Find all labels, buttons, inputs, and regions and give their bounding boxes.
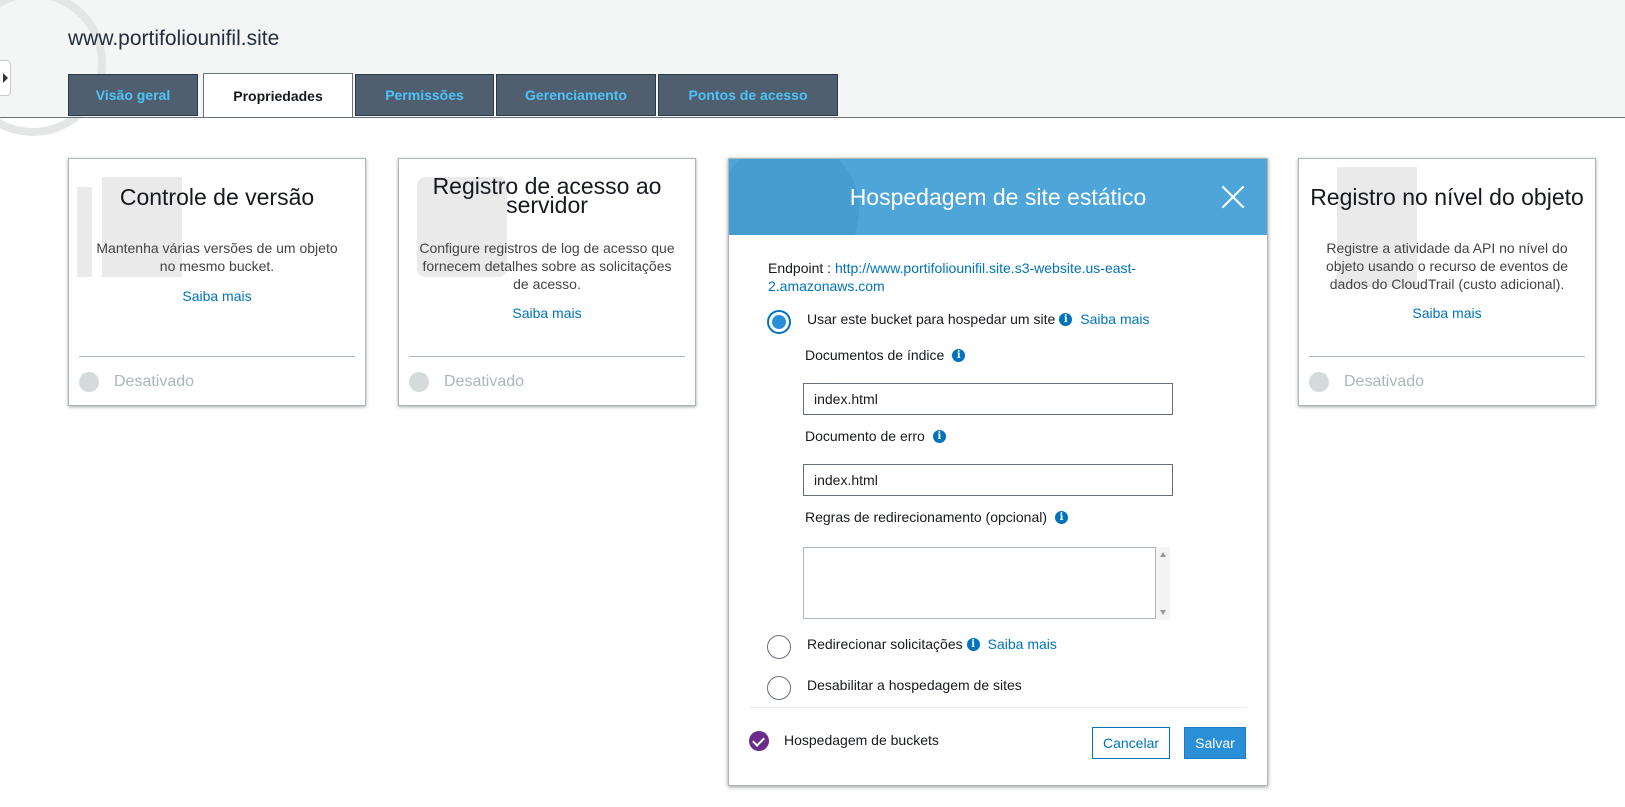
divider [749,707,1247,708]
static-hosting-panel: Hospedagem de site estático Endpoint : h… [728,158,1268,786]
status-dot-icon [79,372,99,392]
redirect-rules-label: Regras de redirecionamento (opcional) i [805,509,1069,525]
divider [1309,356,1585,357]
status-text: Desativado [444,373,525,390]
status-text: Desativado [1344,373,1425,390]
info-icon[interactable]: i [932,429,946,443]
tab-overview[interactable]: Visão geral [68,74,198,116]
tab-properties[interactable]: Propriedades [203,73,353,118]
redirect-rules-textarea[interactable] [803,547,1156,619]
card-title: Registro de acesso ao servidor [432,173,662,218]
close-icon[interactable] [1221,185,1245,209]
cancel-button[interactable]: Cancelar [1092,727,1170,759]
status: Desativado [79,372,194,392]
sidebar-toggle-icon[interactable] [0,60,11,96]
check-icon [749,731,769,751]
status-text: Desativado [114,373,195,390]
learn-more-link[interactable]: Saiba mais [1080,311,1149,327]
info-icon[interactable]: i [966,637,980,651]
disable-hosting-option: Desabilitar a hospedagem de sites [807,677,1022,693]
save-button[interactable]: Salvar [1184,727,1246,759]
redirect-requests-label: Redirecionar solicitações [807,636,963,652]
scrollbar[interactable] [1156,547,1170,620]
error-document-input[interactable] [803,464,1173,496]
info-icon[interactable]: i [1055,510,1069,524]
panel-header: Hospedagem de site estático [729,159,1267,235]
access-logging-card[interactable]: Registro de acesso ao servidor Configure… [398,158,696,406]
card-description: Registre a atividade da API no nível do … [1325,240,1569,292]
error-document-label-text: Documento de erro [805,428,925,444]
info-icon[interactable]: i [952,348,966,362]
error-document-label: Documento de erro i [805,428,946,444]
card-description: Configure registros de log de acesso que… [419,240,675,292]
learn-more-link[interactable]: Saiba mais [1299,305,1595,321]
use-bucket-label: Usar este bucket para hospedar um site [807,311,1056,327]
tab-permissions[interactable]: Permissões [355,74,494,116]
divider [409,356,685,357]
endpoint-label: Endpoint : [768,260,832,276]
card-title: Controle de versão [119,184,315,210]
redirect-rules-label-text: Regras de redirecionamento (opcional) [805,509,1048,525]
tab-management[interactable]: Gerenciamento [496,74,656,116]
use-bucket-option: Usar este bucket para hospedar um site i… [807,311,1150,327]
index-document-input[interactable] [803,383,1173,415]
card-title: Registro no nível do objeto [1310,184,1584,210]
learn-more-link[interactable]: Saiba mais [69,288,365,304]
versioning-card[interactable]: Controle de versão Mantenha várias versõ… [68,158,366,406]
divider [79,356,355,357]
hosting-status-label: Hospedagem de buckets [784,732,939,748]
index-document-label-text: Documentos de índice [805,347,945,363]
use-bucket-radio[interactable] [767,310,791,334]
tab-access-points[interactable]: Pontos de acesso [658,74,838,116]
endpoint: Endpoint : http://www.portifoliounifil.s… [768,259,1158,295]
info-icon[interactable]: i [1059,312,1073,326]
tab-divider [0,117,1625,118]
disable-hosting-radio[interactable] [767,676,791,700]
redirect-requests-option: Redirecionar solicitações i Saiba mais [807,636,1057,652]
status: Desativado [1309,372,1424,392]
status-dot-icon [1309,372,1329,392]
page-title: www.portifoliounifil.site [68,27,280,50]
card-description: Mantenha várias versões de um objeto no … [96,240,338,274]
object-logging-card[interactable]: Registro no nível do objeto Registre a a… [1298,158,1596,406]
index-document-label: Documentos de índice i [805,347,966,363]
redirect-rules-field [803,547,1170,620]
disable-hosting-label: Desabilitar a hospedagem de sites [807,677,1022,693]
redirect-requests-radio[interactable] [767,635,791,659]
status: Desativado [409,372,524,392]
panel-title: Hospedagem de site estático [849,184,1147,210]
status-dot-icon [409,372,429,392]
learn-more-link[interactable]: Saiba mais [988,636,1057,652]
learn-more-link[interactable]: Saiba mais [399,305,695,321]
